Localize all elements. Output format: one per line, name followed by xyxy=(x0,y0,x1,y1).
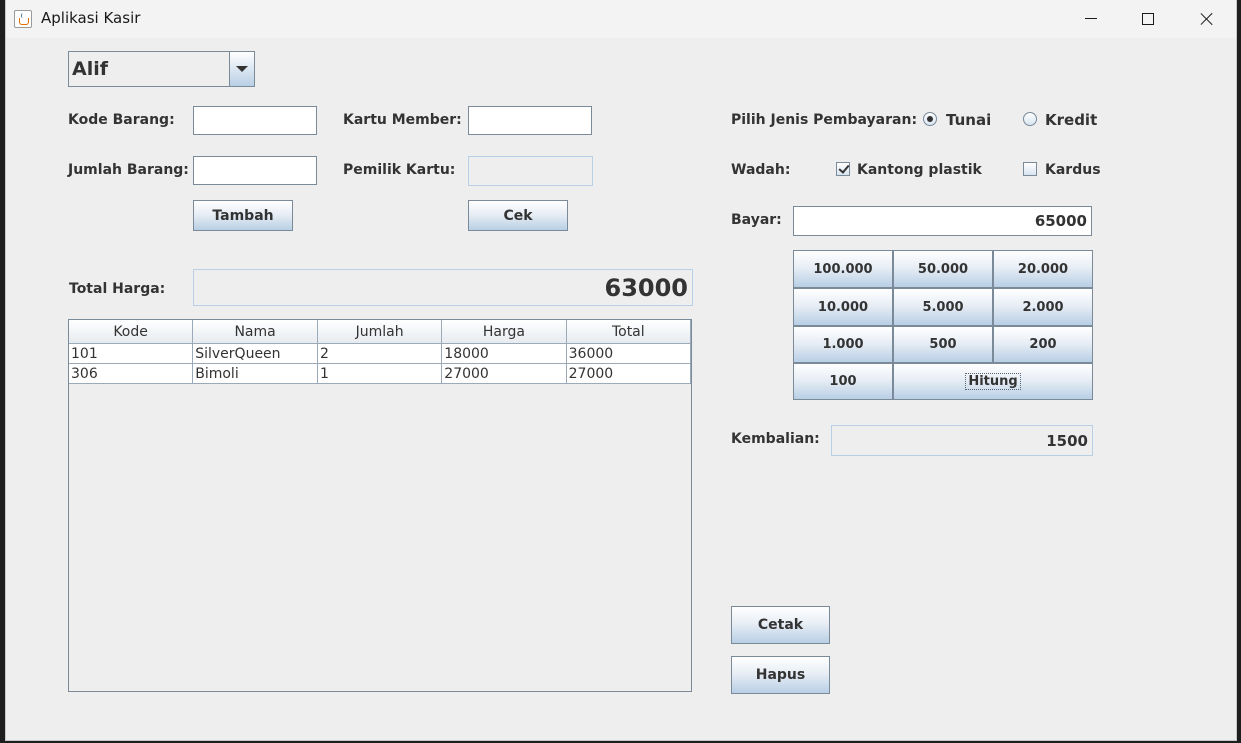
kartu-member-label: Kartu Member: xyxy=(343,112,462,128)
denomination-5000-button[interactable]: 5.000 xyxy=(893,288,993,326)
pemilik-kartu-label: Pemilik Kartu: xyxy=(343,162,456,178)
kode-barang-label: Kode Barang: xyxy=(68,112,175,128)
denomination-50000-button[interactable]: 50.000 xyxy=(893,250,993,288)
table-cell[interactable]: 306 xyxy=(69,363,194,384)
kantong-plastik-label[interactable]: Kantong plastik xyxy=(857,162,982,178)
jumlah-barang-input[interactable] xyxy=(193,156,317,185)
table-cell[interactable]: 2 xyxy=(317,343,443,364)
kredit-radio-label[interactable]: Kredit xyxy=(1045,111,1097,129)
denomination-500-button[interactable]: 500 xyxy=(893,326,993,363)
denomination-20000-button[interactable]: 20.000 xyxy=(993,250,1093,288)
table-cell[interactable]: 1 xyxy=(317,363,443,384)
table-cell[interactable]: 101 xyxy=(69,343,194,364)
kode-barang-input[interactable] xyxy=(193,106,317,135)
item-table-grid: Kode Nama Jumlah Harga Total 101 SilverQ… xyxy=(69,320,692,384)
table-header-row: Kode Nama Jumlah Harga Total xyxy=(69,320,692,344)
column-header-jumlah[interactable]: Jumlah xyxy=(317,320,443,344)
kembalian-field: 1500 xyxy=(831,425,1093,456)
combobox-selected-value: Alif xyxy=(72,58,108,80)
kredit-radio[interactable] xyxy=(1023,112,1037,126)
payment-type-label: Pilih Jenis Pembayaran: xyxy=(731,112,918,128)
maximize-button[interactable] xyxy=(1119,0,1177,38)
table-cell[interactable]: 27000 xyxy=(441,363,567,384)
tambah-button[interactable]: Tambah xyxy=(193,200,293,231)
java-app-icon xyxy=(14,10,32,28)
table-cell[interactable]: 27000 xyxy=(566,363,692,384)
table-cell[interactable]: Bimoli xyxy=(192,363,318,384)
app-window: Aplikasi Kasir Alif Kode Barang: Jumlah … xyxy=(5,0,1237,741)
denomination-100000-button[interactable]: 100.000 xyxy=(793,250,893,288)
hitung-button-label: Hitung xyxy=(965,373,1021,390)
minimize-icon xyxy=(1085,18,1097,19)
title-bar[interactable]: Aplikasi Kasir xyxy=(6,0,1236,38)
tunai-radio-label[interactable]: Tunai xyxy=(946,111,991,129)
total-harga-field: 63000 xyxy=(193,269,693,306)
pemilik-kartu-field xyxy=(468,156,593,186)
minimize-button[interactable] xyxy=(1061,0,1119,38)
kantong-plastik-checkbox[interactable] xyxy=(836,162,850,176)
close-icon xyxy=(1200,12,1214,26)
kardus-label[interactable]: Kardus xyxy=(1045,162,1101,178)
total-harga-label: Total Harga: xyxy=(69,281,166,297)
column-header-nama[interactable]: Nama xyxy=(192,320,318,344)
denomination-10000-button[interactable]: 10.000 xyxy=(793,288,893,326)
cetak-button[interactable]: Cetak xyxy=(731,606,830,644)
tunai-radio[interactable] xyxy=(923,112,937,126)
wadah-label: Wadah: xyxy=(731,162,791,178)
kembalian-label: Kembalian: xyxy=(731,431,820,447)
column-header-total[interactable]: Total xyxy=(566,320,692,344)
kardus-checkbox[interactable] xyxy=(1023,162,1037,176)
table-cell[interactable]: 36000 xyxy=(566,343,692,364)
window-title: Aplikasi Kasir xyxy=(41,9,141,27)
column-header-harga[interactable]: Harga xyxy=(441,320,567,344)
hitung-button[interactable]: Hitung xyxy=(893,363,1093,400)
cek-button[interactable]: Cek xyxy=(468,200,568,231)
table-cell[interactable]: 18000 xyxy=(441,343,567,364)
bayar-label: Bayar: xyxy=(731,212,782,228)
denomination-200-button[interactable]: 200 xyxy=(993,326,1093,363)
cashier-combobox[interactable]: Alif xyxy=(68,51,255,87)
denomination-1000-button[interactable]: 1.000 xyxy=(793,326,893,363)
chevron-down-icon[interactable] xyxy=(229,52,254,86)
jumlah-barang-label: Jumlah Barang: xyxy=(68,162,189,178)
table-row[interactable]: 101 SilverQueen 2 18000 36000 xyxy=(69,343,692,364)
column-header-kode[interactable]: Kode xyxy=(69,320,194,344)
table-cell[interactable]: SilverQueen xyxy=(192,343,318,364)
maximize-icon xyxy=(1142,13,1154,25)
denomination-100-button[interactable]: 100 xyxy=(793,363,893,400)
table-row[interactable]: 306 Bimoli 1 27000 27000 xyxy=(69,363,692,384)
bayar-input[interactable] xyxy=(793,206,1092,236)
denomination-2000-button[interactable]: 2.000 xyxy=(993,288,1093,326)
hapus-button[interactable]: Hapus xyxy=(731,656,830,694)
item-table[interactable]: Kode Nama Jumlah Harga Total 101 SilverQ… xyxy=(68,319,692,692)
kartu-member-input[interactable] xyxy=(468,106,592,135)
close-button[interactable] xyxy=(1178,0,1236,38)
